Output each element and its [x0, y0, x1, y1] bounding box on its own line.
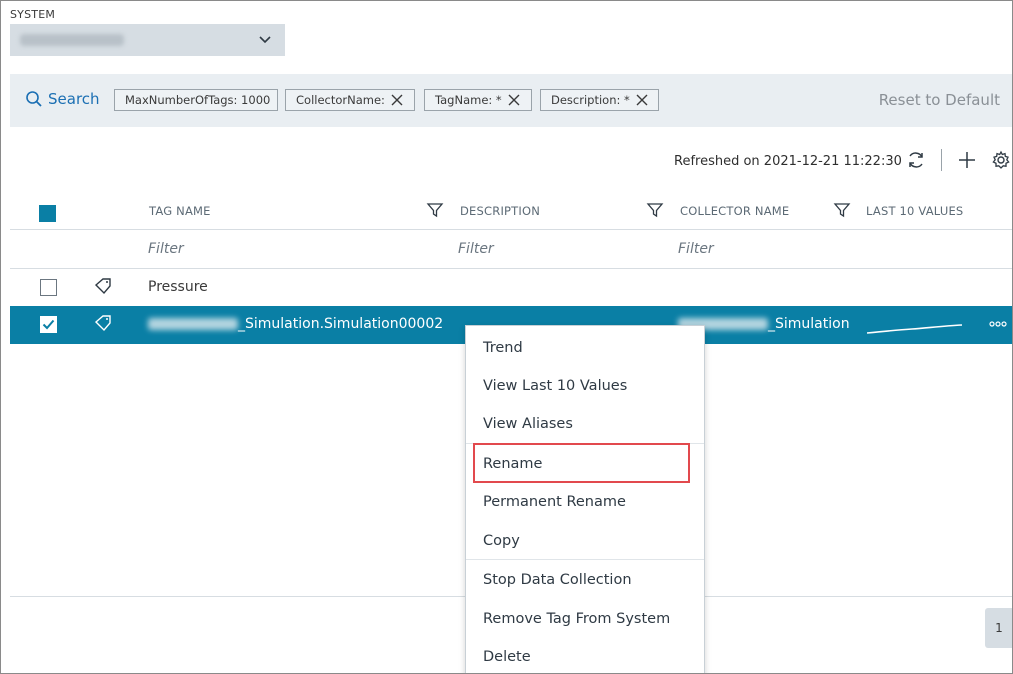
tag-name-cell: _Simulation.Simulation00002	[148, 316, 443, 332]
collector-name-text: _Simulation	[768, 316, 850, 332]
checkmark-icon	[42, 319, 55, 330]
menu-item-remove-tag-from-system[interactable]: Remove Tag From System	[483, 611, 670, 627]
menu-item-trend[interactable]: Trend	[483, 340, 523, 356]
close-icon[interactable]	[636, 94, 648, 106]
filter-chip-tag-name[interactable]: TagName: *	[424, 89, 532, 111]
filter-chip-collector-name[interactable]: CollectorName:	[285, 89, 415, 111]
refreshed-timestamp: Refreshed on 2021-12-21 11:22:30	[674, 154, 902, 169]
system-selected-value	[20, 34, 124, 46]
column-header-collector-name[interactable]: COLLECTOR NAME	[680, 204, 789, 218]
filter-icon[interactable]	[833, 201, 851, 219]
rename-highlight-box	[473, 443, 690, 483]
sparkline	[867, 324, 963, 334]
tag-name-filter-input[interactable]: Filter	[148, 241, 184, 257]
tag-manager-panel: SYSTEM Search MaxNumberOfTags: 1000 Coll…	[0, 0, 1013, 674]
system-label: SYSTEM	[10, 8, 56, 21]
menu-item-permanent-rename[interactable]: Permanent Rename	[483, 494, 626, 510]
column-header-tag-name[interactable]: TAG NAME	[149, 204, 211, 218]
chip-label: MaxNumberOfTags: 1000	[125, 93, 271, 107]
filter-icon[interactable]	[646, 201, 664, 219]
chip-label: TagName: *	[435, 93, 502, 107]
menu-item-delete[interactable]: Delete	[483, 649, 531, 665]
description-filter-input[interactable]: Filter	[458, 241, 494, 257]
filter-chip-max-tags: MaxNumberOfTags: 1000	[114, 89, 278, 111]
row-checkbox[interactable]	[40, 279, 57, 296]
redacted-text	[148, 318, 238, 330]
menu-divider	[466, 559, 704, 560]
tag-icon	[94, 278, 111, 295]
tag-name-cell: Pressure	[148, 279, 208, 295]
reset-to-default-link[interactable]: Reset to Default	[879, 91, 1000, 109]
menu-item-view-aliases[interactable]: View Aliases	[483, 416, 573, 432]
filter-chip-description[interactable]: Description: *	[540, 89, 659, 111]
table-header: TAG NAME DESCRIPTION COLLECTOR NAME LAST…	[10, 196, 1012, 230]
more-options-icon[interactable]	[988, 317, 1008, 331]
column-header-last-10-values: LAST 10 VALUES	[866, 204, 964, 218]
close-icon[interactable]	[391, 94, 403, 106]
gear-icon[interactable]	[991, 150, 1011, 170]
filter-row: Filter Filter Filter	[10, 231, 1012, 269]
chip-label: CollectorName:	[296, 93, 385, 107]
menu-item-stop-data-collection[interactable]: Stop Data Collection	[483, 572, 632, 588]
tag-icon	[94, 315, 111, 332]
chip-label: Description: *	[551, 93, 630, 107]
collector-name-filter-input[interactable]: Filter	[678, 241, 714, 257]
table-row[interactable]: Pressure	[10, 269, 1012, 307]
tag-name-text: _Simulation.Simulation00002	[238, 316, 444, 332]
close-icon[interactable]	[508, 94, 520, 106]
system-dropdown[interactable]	[10, 24, 285, 56]
add-icon[interactable]	[957, 150, 977, 170]
search-bar: Search MaxNumberOfTags: 1000 CollectorNa…	[10, 74, 1012, 127]
filter-icon[interactable]	[426, 201, 444, 219]
refresh-icon[interactable]	[906, 150, 926, 170]
menu-item-copy[interactable]: Copy	[483, 533, 520, 549]
chevron-down-icon	[259, 36, 271, 44]
pagination-page-button[interactable]: 1	[985, 608, 1012, 648]
select-all-checkbox[interactable]	[39, 205, 56, 222]
context-menu: Trend View Last 10 Values View Aliases R…	[465, 325, 705, 673]
search-icon	[26, 91, 42, 107]
menu-item-view-last-10-values[interactable]: View Last 10 Values	[483, 378, 627, 394]
toolbar-divider	[941, 149, 942, 171]
search-button[interactable]: Search	[25, 90, 100, 108]
search-button-label: Search	[48, 90, 100, 108]
column-header-description[interactable]: DESCRIPTION	[460, 204, 540, 218]
row-checkbox-checked[interactable]	[40, 316, 57, 333]
